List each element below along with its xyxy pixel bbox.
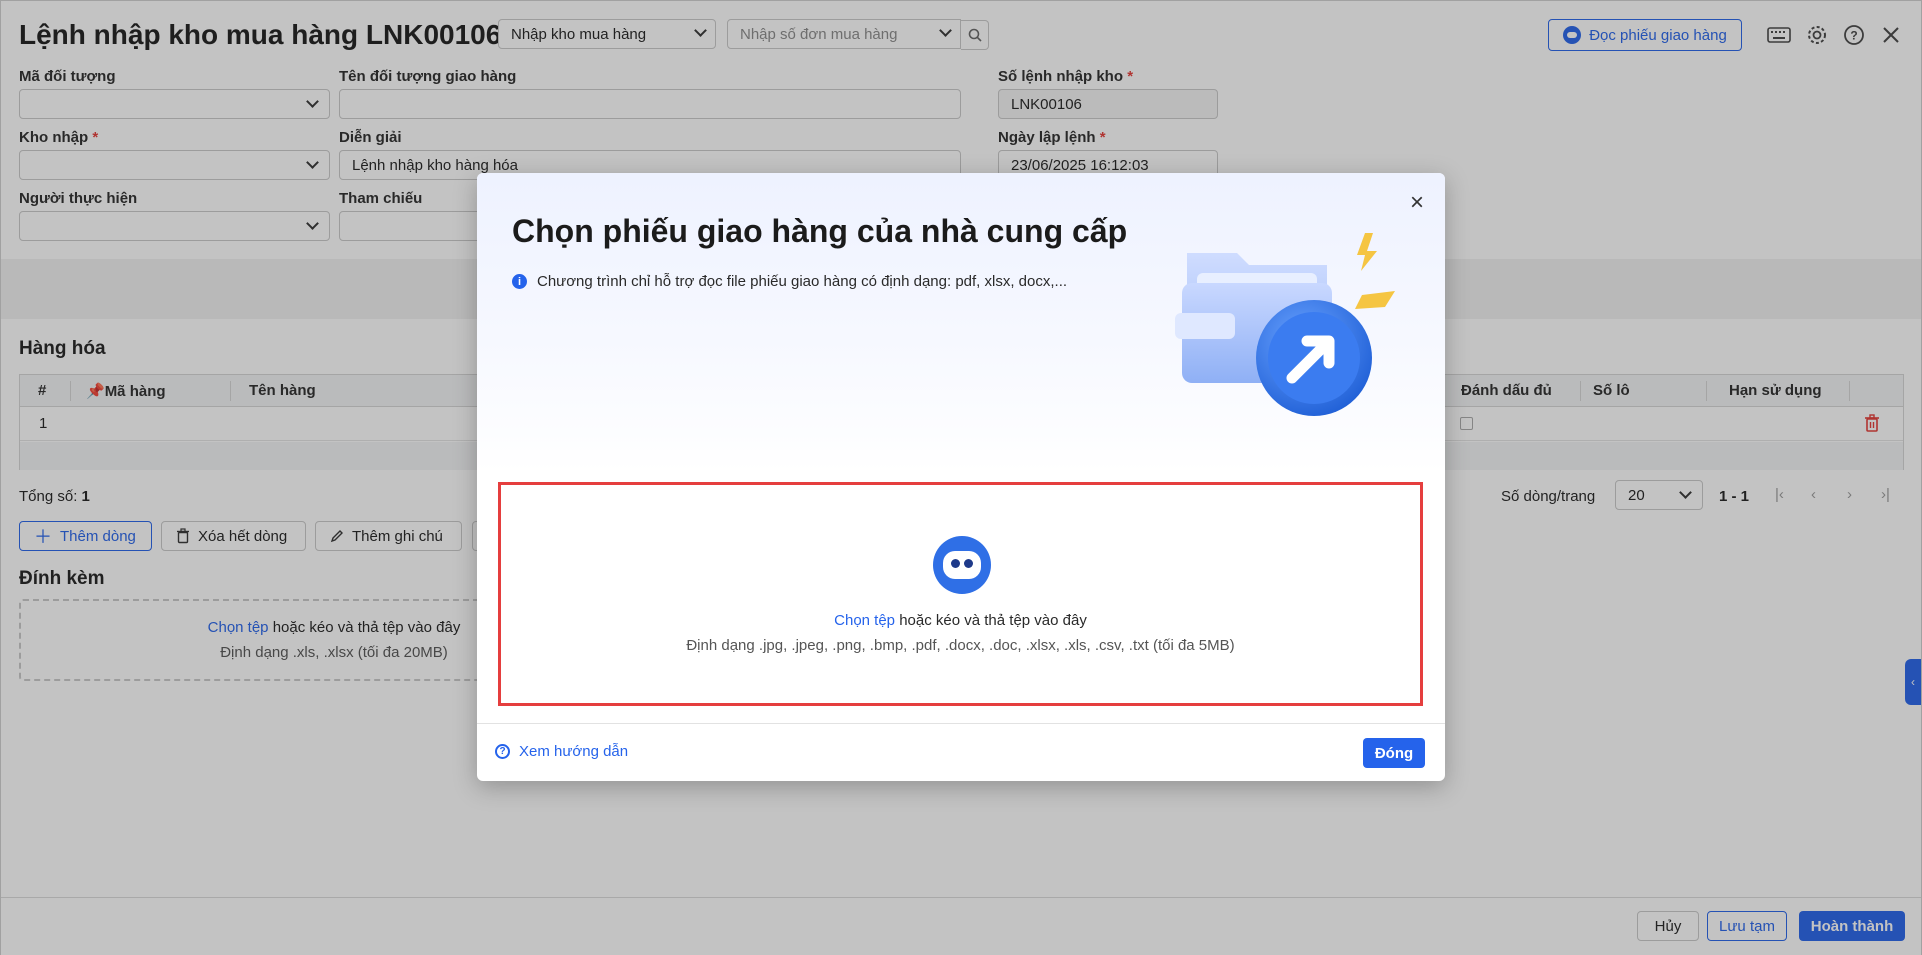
help-icon: ?: [495, 744, 510, 759]
delivery-note-dropzone[interactable]: Chọn tệp hoặc kéo và thả tệp vào đây Địn…: [498, 482, 1423, 706]
dropzone-format-text: Định dạng .jpg, .jpeg, .png, .bmp, .pdf,…: [686, 637, 1235, 654]
folder-upload-illustration: [1175, 233, 1395, 416]
dialog-footer: ? Xem hướng dẫn Đóng: [477, 723, 1445, 781]
dialog-close-icon[interactable]: ×: [1405, 191, 1429, 215]
dialog-info-text: Chương trình chỉ hỗ trợ đọc file phiếu g…: [537, 273, 1068, 290]
choose-delivery-note-dialog: Chọn phiếu giao hàng của nhà cung cấp i …: [477, 173, 1445, 781]
choose-file-link[interactable]: Chọn tệp: [834, 612, 895, 629]
dialog-title: Chọn phiếu giao hàng của nhà cung cấp: [512, 213, 1128, 249]
view-guide-label: Xem hướng dẫn: [519, 743, 629, 760]
info-icon: i: [512, 274, 527, 289]
view-guide-link[interactable]: ? Xem hướng dẫn: [495, 743, 628, 760]
dropzone-text: Chọn tệp hoặc kéo và thả tệp vào đây: [834, 612, 1087, 629]
robot-icon: [933, 536, 991, 594]
close-button[interactable]: Đóng: [1363, 738, 1425, 768]
dialog-info: i Chương trình chỉ hỗ trợ đọc file phiếu…: [512, 273, 1067, 290]
